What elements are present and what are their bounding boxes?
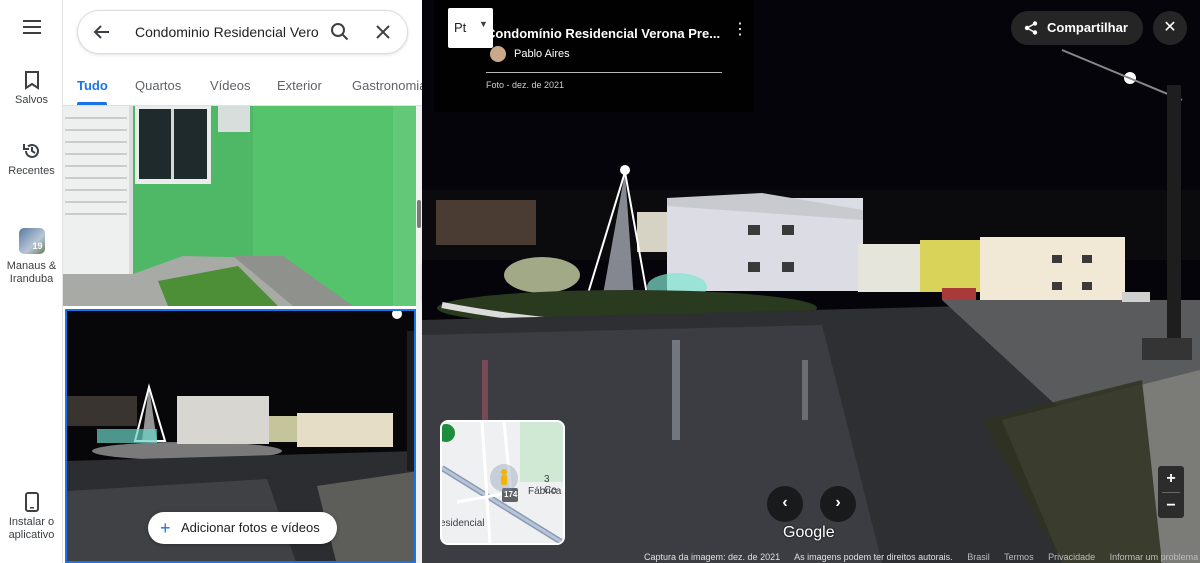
- attribution-bar: Captura da imagem: dez. de 2021 As image…: [644, 552, 1200, 563]
- terms-link[interactable]: Termos: [1004, 552, 1034, 562]
- report-link[interactable]: Informar um problema: [1110, 552, 1199, 562]
- privacy-link[interactable]: Privacidade: [1048, 552, 1095, 562]
- country-link[interactable]: Brasil: [967, 552, 990, 562]
- history-icon: [22, 143, 39, 158]
- minimap-label-3: esidencial: [440, 518, 485, 529]
- add-photos-button[interactable]: + Adicionar fotos e vídeos: [148, 512, 337, 544]
- photo-thumbnail-1[interactable]: [63, 106, 416, 306]
- previous-photo-button[interactable]: ‹: [767, 486, 803, 522]
- share-label: Compartilhar: [1047, 20, 1128, 35]
- capture-date: Captura da imagem: dez. de 2021: [644, 552, 781, 562]
- more-options-icon[interactable]: ⋮: [732, 22, 748, 38]
- search-input[interactable]: Condominio Residencial Verona: [135, 24, 318, 40]
- pano-label: Pt: [454, 20, 467, 35]
- tab-gastronomia[interactable]: Gastronomia: [352, 78, 422, 93]
- search-icon[interactable]: [330, 22, 350, 42]
- maps-window: Salvos Recentes 19 Manaus & Iranduba Ins…: [0, 0, 1200, 563]
- close-viewer-button[interactable]: ✕: [1153, 11, 1187, 45]
- active-tab-indicator: [77, 102, 107, 105]
- hamburger-icon: [22, 20, 41, 34]
- place-thumbnail: 19: [18, 228, 45, 254]
- bookmark-icon: [24, 71, 39, 90]
- menu-button[interactable]: [0, 20, 63, 38]
- google-logo: Google: [783, 524, 835, 541]
- tab-videos[interactable]: Vídeos: [210, 78, 250, 93]
- place-label-1: Manaus &: [6, 260, 57, 272]
- author-name[interactable]: Pablo Aires: [514, 48, 570, 60]
- install-app-button[interactable]: Instalar o aplicativo: [0, 492, 63, 542]
- green-wall-photo: [63, 106, 416, 306]
- search-box[interactable]: Condominio Residencial Verona: [77, 10, 408, 54]
- tab-quartos[interactable]: Quartos: [135, 78, 181, 93]
- recent-button[interactable]: Recentes: [0, 141, 63, 178]
- tab-exterior[interactable]: Exterior: [277, 78, 322, 93]
- minimap-label-2: Fábrica: [528, 486, 562, 497]
- back-arrow-icon[interactable]: [92, 22, 112, 42]
- photo-info-card: Pt ▼ Condomínio Residencial Verona Pre..…: [434, 0, 754, 112]
- next-photo-button[interactable]: ›: [820, 486, 856, 522]
- zoom-out-button[interactable]: −: [1158, 493, 1184, 519]
- photo-date: Foto - dez. de 2021: [486, 80, 565, 90]
- share-button[interactable]: Compartilhar: [1011, 11, 1143, 45]
- chevron-left-icon: ‹: [782, 494, 788, 511]
- recent-place-button[interactable]: 19 Manaus & Iranduba: [0, 228, 63, 286]
- scrollbar-thumb[interactable]: [417, 200, 421, 228]
- photo-title[interactable]: Condomínio Residencial Verona Pre...: [486, 26, 720, 41]
- close-icon[interactable]: [375, 24, 391, 40]
- add-photos-label: Adicionar fotos e vídeos: [181, 520, 320, 535]
- author-avatar[interactable]: [490, 46, 506, 62]
- minimap[interactable]: 174 3 Co Fábrica esidencial: [440, 420, 565, 545]
- share-icon: [1024, 21, 1038, 35]
- zoom-controls: + −: [1158, 466, 1184, 518]
- phone-icon: [24, 492, 39, 512]
- saved-button[interactable]: Salvos: [0, 70, 63, 107]
- install-label-2: aplicativo: [8, 529, 55, 541]
- left-rail: Salvos Recentes 19 Manaus & Iranduba Ins…: [0, 0, 63, 563]
- tab-tudo[interactable]: Tudo: [77, 78, 108, 93]
- zoom-in-button[interactable]: +: [1158, 466, 1184, 492]
- saved-label: Salvos: [14, 94, 49, 106]
- photo-tabs: Tudo Quartos Vídeos Exterior Gastronomia: [63, 66, 422, 106]
- rights-notice: As imagens podem ter direitos autorais.: [794, 552, 953, 562]
- chevron-right-icon: ›: [835, 494, 841, 511]
- recent-label: Recentes: [8, 165, 55, 177]
- minimap-road-label: 174: [504, 490, 518, 499]
- plus-icon: +: [160, 518, 171, 538]
- place-label-2: Iranduba: [9, 273, 54, 285]
- close-icon: ✕: [1163, 19, 1177, 36]
- divider: [486, 72, 722, 73]
- install-label-1: Instalar o: [8, 516, 55, 528]
- street-view[interactable]: Pt ▼ Condomínio Residencial Verona Pre..…: [422, 0, 1200, 563]
- side-panel: Condominio Residencial Verona Tudo Quart…: [63, 0, 422, 563]
- place-badge: 19: [32, 241, 43, 251]
